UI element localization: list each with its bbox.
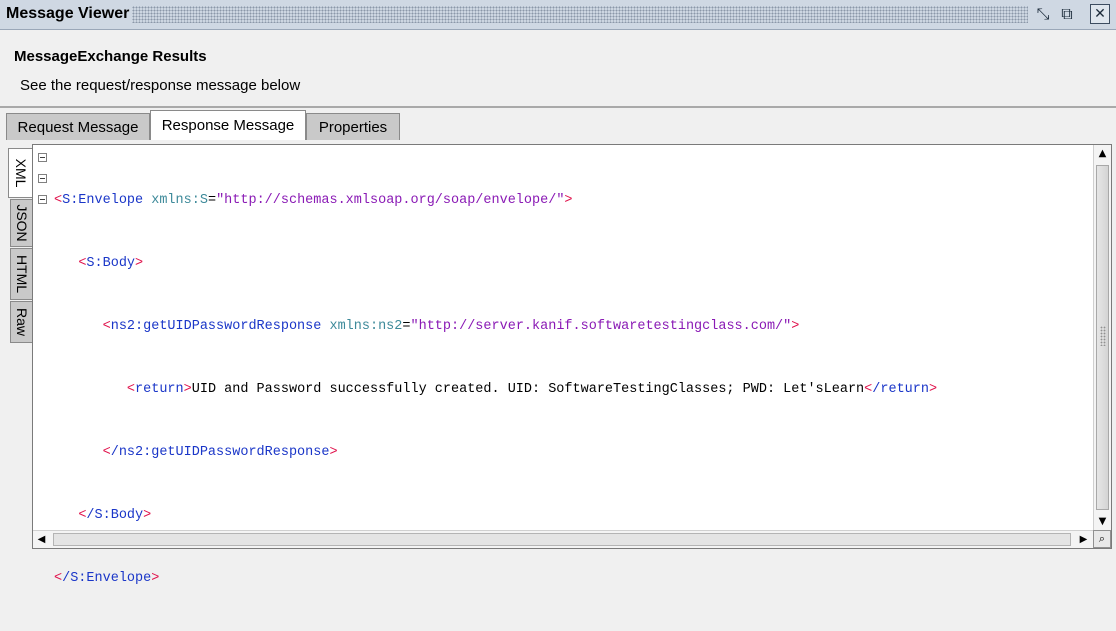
xml-line: </S:Envelope>	[54, 571, 160, 586]
scroll-up-icon[interactable]: ▲	[1094, 145, 1111, 162]
scroll-left-icon[interactable]: ◀	[33, 531, 50, 548]
xml-content: <S:Envelope xmlns:S="http://schemas.xmls…	[54, 148, 937, 631]
tab-raw-label: Raw	[13, 307, 30, 337]
tab-html-label: HTML	[13, 254, 30, 294]
xml-line: <S:Body>	[78, 256, 144, 271]
zoom-icon[interactable]: ⌕	[1093, 530, 1111, 548]
xml-line: <S:Envelope xmlns:S="http://schemas.xmls…	[54, 193, 573, 208]
tab-xml-label: XML	[12, 158, 29, 188]
tab-properties[interactable]: Properties	[306, 113, 400, 140]
scroll-right-icon[interactable]: ▶	[1075, 531, 1092, 548]
message-tabs: Request Message Response Message Propert…	[0, 108, 1116, 140]
results-title: MessageExchange Results	[14, 48, 207, 65]
xml-line: </S:Body>	[78, 508, 152, 523]
tab-html[interactable]: HTML	[10, 248, 32, 300]
vertical-scrollbar[interactable]: ▲ ▼	[1093, 145, 1111, 531]
scroll-down-icon[interactable]: ▼	[1094, 513, 1111, 530]
close-icon[interactable]: ✕	[1090, 4, 1110, 24]
tab-raw[interactable]: Raw	[10, 301, 32, 343]
tab-xml[interactable]: XML	[8, 148, 32, 198]
window-title: Message Viewer	[6, 5, 130, 22]
results-header: MessageExchange Results See the request/…	[0, 30, 1116, 108]
vertical-scroll-thumb[interactable]	[1096, 165, 1109, 510]
results-subtitle: See the request/response message below	[20, 77, 301, 94]
xml-editor[interactable]: <S:Envelope xmlns:S="http://schemas.xmls…	[32, 144, 1112, 586]
xml-line: <ns2:getUIDPasswordResponse xmlns:ns2="h…	[102, 319, 800, 334]
tab-request-message[interactable]: Request Message	[6, 113, 150, 140]
fold-toggle-envelope[interactable]	[38, 153, 47, 162]
tab-json-label: JSON	[13, 204, 30, 242]
window-titlebar: Message Viewer ⤡ ⧉ ✕	[0, 0, 1116, 30]
xml-line: </ns2:getUIDPasswordResponse>	[102, 445, 338, 460]
tab-response-message[interactable]: Response Message	[150, 110, 306, 140]
titlebar-grip[interactable]	[132, 6, 1028, 23]
fold-gutter	[33, 145, 51, 531]
minimize-restore-icon[interactable]: ⤡	[1033, 4, 1053, 24]
horizontal-scrollbar[interactable]: ◀ ▶	[33, 530, 1093, 548]
fold-toggle-response[interactable]	[38, 195, 47, 204]
xml-line: <return>UID and Password successfully cr…	[126, 382, 938, 397]
scroll-grip	[1100, 326, 1106, 346]
horizontal-scroll-thumb[interactable]	[53, 533, 1071, 546]
maximize-icon[interactable]: ⧉	[1057, 4, 1077, 24]
fold-toggle-body[interactable]	[38, 174, 47, 183]
tab-json[interactable]: JSON	[10, 199, 32, 247]
